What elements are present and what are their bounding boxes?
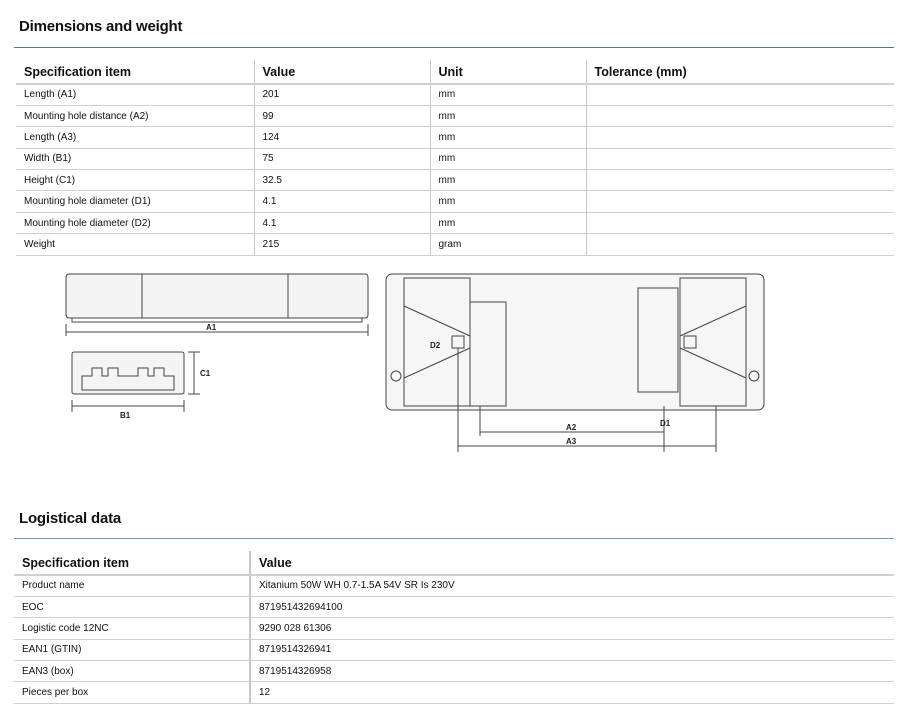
table-cell: Height (C1) [16, 169, 254, 192]
table-cell: mm [429, 169, 586, 192]
table-row: Height (C1) 32.5 mm [16, 169, 894, 192]
table-cell: mm [429, 148, 586, 171]
table-cell: 8719514326958 [249, 660, 894, 683]
table-cell: 4.1 [253, 212, 430, 235]
label-d1: D1 [660, 419, 671, 428]
table-cell: mm [429, 190, 586, 213]
table-cell: 124 [253, 126, 430, 149]
table-cell: Mounting hole diameter (D2) [16, 212, 254, 235]
table-cell: Product name [14, 575, 250, 597]
label-a1: A1 [206, 323, 217, 332]
table-cell [585, 105, 894, 128]
table-cell: mm [429, 212, 586, 235]
table-cell [585, 169, 894, 192]
table-cell [585, 84, 894, 106]
table-cell [585, 148, 894, 171]
table-row: Logistic code 12NC 9290 028 61306 [14, 617, 894, 640]
label-c1: C1 [200, 369, 211, 378]
table-cell: Pieces per box [14, 681, 250, 704]
table-cell: 201 [253, 84, 430, 106]
col-header: Unit [429, 60, 586, 85]
table-header: Specification item Value Unit Tolerance … [16, 60, 894, 85]
table-cell: gram [429, 233, 586, 256]
table-cell: 4.1 [253, 190, 430, 213]
table-cell: Width (B1) [16, 148, 254, 171]
table-cell: mm [429, 105, 586, 128]
table-cell [585, 126, 894, 149]
table-row: Pieces per box 12 [14, 681, 894, 704]
table-cell: Mounting hole diameter (D1) [16, 190, 254, 213]
table-cell: 871951432694100 [249, 596, 894, 619]
table-row: Weight 215 gram [16, 233, 894, 256]
logistics-table: Specification item Value Product name Xit… [14, 551, 894, 704]
table-cell: mm [429, 126, 586, 149]
table-cell: mm [429, 84, 586, 106]
col-header: Value [253, 60, 430, 85]
table-header: Specification item Value [14, 551, 894, 576]
table-cell [585, 190, 894, 213]
table-row: Mounting hole diameter (D2) 4.1 mm [16, 212, 894, 235]
section-title-dimensions: Dimensions and weight [19, 18, 183, 35]
divider [14, 538, 894, 539]
table-cell: 9290 028 61306 [249, 617, 894, 640]
table-cell: Logistic code 12NC [14, 617, 250, 640]
col-header: Specification item [14, 551, 250, 576]
table-cell: Mounting hole distance (A2) [16, 105, 254, 128]
label-a2: A2 [566, 423, 577, 432]
table-cell: 8719514326941 [249, 639, 894, 662]
table-cell: EOC [14, 596, 250, 619]
table-cell: 99 [253, 105, 430, 128]
table-row: Product name Xitanium 50W WH 0.7-1.5A 54V… [14, 575, 894, 597]
table-cell: EAN1 (GTIN) [14, 639, 250, 662]
table-cell [585, 212, 894, 235]
col-header: Value [249, 551, 894, 576]
table-row: Mounting hole diameter (D1) 4.1 mm [16, 190, 894, 213]
label-a3: A3 [566, 437, 577, 446]
section-title-logistics: Logistical data [19, 510, 122, 527]
table-row: Length (A1) 201 mm [16, 84, 894, 106]
table-row: Length (A3) 124 mm [16, 126, 894, 149]
table-cell: Xitanium 50W WH 0.7-1.5A 54V SR Is 230V [249, 575, 894, 597]
table-cell: Length (A1) [16, 84, 254, 106]
table-cell: EAN3 (box) [14, 660, 250, 683]
table-cell [585, 233, 894, 256]
col-header: Specification item [16, 60, 254, 85]
col-header: Tolerance (mm) [585, 60, 894, 85]
table-cell: 32.5 [253, 169, 430, 192]
table-cell: Weight [16, 233, 254, 256]
table-row: EAN3 (box) 8719514326958 [14, 660, 894, 683]
table-cell: 75 [253, 148, 430, 171]
side-view-drawing: A1 B1 C1 [65, 273, 369, 420]
table-row: EOC 871951432694100 [14, 596, 894, 619]
table-cell: 215 [253, 233, 430, 256]
table-row: Width (B1) 75 mm [16, 148, 894, 171]
table-cell: 12 [249, 681, 894, 704]
divider [14, 47, 894, 48]
top-view-drawing: A2 A3 D2 D1 [385, 273, 765, 452]
label-d2: D2 [430, 341, 441, 350]
dimensions-table: Specification item Value Unit Tolerance … [16, 60, 894, 256]
table-row: EAN1 (GTIN) 8719514326941 [14, 639, 894, 662]
table-cell: Length (A3) [16, 126, 254, 149]
label-b1: B1 [120, 411, 131, 420]
table-row: Mounting hole distance (A2) 99 mm [16, 105, 894, 128]
